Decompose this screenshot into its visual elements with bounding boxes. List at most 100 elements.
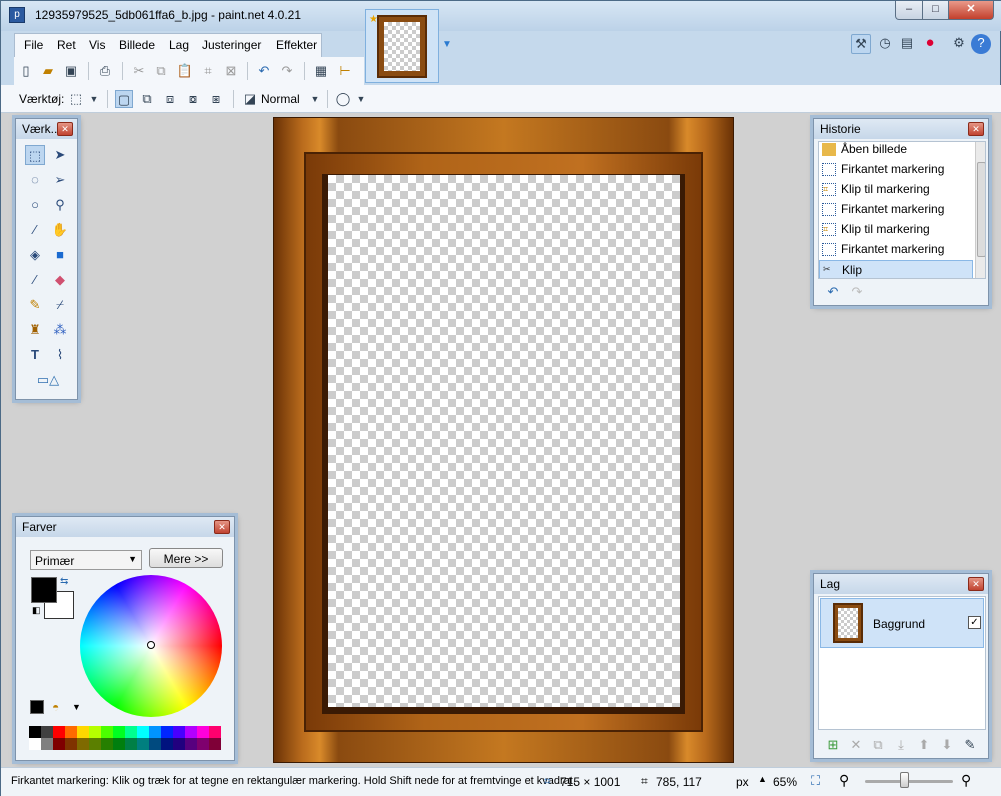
zoom-out-icon[interactable]: ⚲ — [839, 772, 849, 789]
palette-swatch[interactable] — [65, 738, 77, 750]
palette-swatch[interactable] — [185, 738, 197, 750]
lasso-select-icon[interactable]: ◌ — [25, 170, 45, 190]
history-item[interactable]: Firkantet markering — [819, 200, 973, 220]
palette-swatch[interactable] — [113, 726, 125, 738]
antialiasing-icon[interactable]: ◯ — [334, 90, 352, 108]
palette-swatch[interactable] — [197, 738, 209, 750]
reset-colors-icon[interactable]: ◧ — [32, 605, 41, 616]
zoom-in-icon[interactable]: ⚲ — [961, 772, 971, 789]
history-item[interactable]: ⌗ Klip til markering — [819, 180, 973, 200]
selection-mode-exclude-icon[interactable]: ⧈ — [161, 90, 179, 108]
zoom-level[interactable]: 65% — [773, 775, 797, 789]
palette-swatch[interactable] — [209, 726, 221, 738]
palette-swatch[interactable] — [41, 738, 53, 750]
paint-bucket-icon[interactable]: ◈ — [25, 245, 45, 265]
grid-icon[interactable]: ▦ — [312, 62, 330, 80]
antialias-dropdown-arrow-icon[interactable]: ▼ — [352, 90, 370, 108]
menu-view[interactable]: Vis — [89, 38, 105, 52]
tools-panel-close-button[interactable]: ✕ — [57, 122, 73, 136]
selection-mode-intersect-icon[interactable]: ⧇ — [184, 90, 202, 108]
palette-swatch[interactable] — [125, 738, 137, 750]
history-window-toggle-icon[interactable]: ◷ — [875, 34, 895, 54]
palette-swatch[interactable] — [137, 726, 149, 738]
move-selected-icon[interactable]: ➤ — [50, 145, 70, 165]
palette-swatch[interactable] — [185, 726, 197, 738]
history-redo-icon[interactable]: ↷ — [848, 283, 866, 301]
palette-swatch[interactable] — [89, 738, 101, 750]
crop-icon[interactable]: ⌗ — [199, 62, 217, 80]
history-item[interactable]: Firkantet markering — [819, 160, 973, 180]
palette-swatch[interactable] — [101, 738, 113, 750]
color-target-dropdown[interactable]: Primær ▼ — [30, 550, 142, 570]
palette-swatch[interactable] — [29, 738, 41, 750]
blend-dropdown-arrow-icon[interactable]: ▼ — [306, 90, 324, 108]
color-wheel-cursor[interactable] — [147, 641, 155, 649]
menu-file[interactable]: File — [24, 38, 43, 52]
palette-swatch[interactable] — [77, 726, 89, 738]
selection-mode-union-icon[interactable]: ⧉ — [138, 90, 156, 108]
menu-adjustments[interactable]: Justeringer — [202, 38, 261, 52]
shapes-icon[interactable]: ▭△ — [30, 370, 66, 390]
palette-swatch[interactable] — [89, 726, 101, 738]
layer-properties-icon[interactable]: ✎ — [961, 736, 979, 754]
palette-swatch[interactable] — [173, 726, 185, 738]
tool-dropdown-arrow-icon[interactable]: ▼ — [85, 90, 103, 108]
scroll-thumb[interactable] — [977, 162, 985, 257]
blend-mode-select[interactable]: Normal — [261, 92, 300, 106]
zoom-to-window-icon[interactable]: ⛶ — [811, 773, 820, 789]
palette-swatch[interactable] — [137, 738, 149, 750]
deselect-icon[interactable]: ⊠ — [222, 62, 240, 80]
menu-edit[interactable]: Ret — [57, 38, 76, 52]
minimize-button[interactable]: – — [895, 1, 923, 20]
redo-icon[interactable]: ↷ — [278, 62, 296, 80]
palette-swatch[interactable] — [101, 726, 113, 738]
gradient-icon[interactable]: ■ — [50, 245, 70, 265]
palette-swatch[interactable] — [113, 738, 125, 750]
layer-row[interactable]: Baggrund ✓ — [820, 598, 984, 648]
new-file-icon[interactable]: ▯ — [17, 62, 35, 80]
palette-swatch[interactable] — [41, 726, 53, 738]
merge-layer-down-icon[interactable]: ⤓ — [892, 736, 910, 754]
history-scrollbar[interactable] — [975, 142, 985, 278]
palette-swatch[interactable] — [149, 738, 161, 750]
close-button[interactable]: ✕ — [948, 1, 994, 20]
palette-swatch[interactable] — [53, 726, 65, 738]
color-picker-icon[interactable]: ⌿ — [50, 295, 70, 315]
swap-colors-icon[interactable]: ⇆ — [60, 576, 68, 587]
colors-panel-close-button[interactable]: ✕ — [214, 520, 230, 534]
units-dropdown-arrow-icon[interactable]: ▲ — [758, 774, 767, 784]
pencil-icon[interactable]: ✎ — [25, 295, 45, 315]
line-curve-icon[interactable]: ⌇ — [50, 345, 70, 365]
history-item[interactable]: Åben billede — [819, 142, 973, 160]
tab-list-arrow-icon[interactable]: ▼ — [442, 39, 452, 50]
layers-panel-close-button[interactable]: ✕ — [968, 577, 984, 591]
maximize-button[interactable]: □ — [922, 1, 949, 20]
selection-mode-invert-icon[interactable]: ⧆ — [207, 90, 225, 108]
move-selection-icon[interactable]: ➢ — [50, 170, 70, 190]
copy-icon[interactable]: ⧉ — [152, 62, 170, 80]
clone-stamp-icon[interactable]: ♜ — [25, 320, 45, 340]
history-item[interactable]: Firkantet markering — [819, 240, 973, 260]
add-layer-icon[interactable]: ⊞ — [824, 736, 842, 754]
paste-icon[interactable]: 📋 — [176, 62, 194, 80]
palette-swatch[interactable] — [161, 738, 173, 750]
settings-gear-icon[interactable]: ⚙ — [949, 34, 969, 54]
current-tool-rectangle-select-icon[interactable]: ⬚ — [67, 90, 85, 108]
palette-swatch[interactable] — [53, 738, 65, 750]
menu-effects[interactable]: Effekter — [276, 38, 317, 52]
help-icon[interactable]: ? — [971, 34, 991, 54]
history-item-selected[interactable]: ✂ Klip — [819, 260, 973, 278]
more-colors-button[interactable]: Mere >> — [149, 548, 223, 568]
history-panel-close-button[interactable]: ✕ — [968, 122, 984, 136]
print-icon[interactable]: ⎙ — [96, 62, 114, 80]
palette-swatch[interactable] — [65, 726, 77, 738]
palette-swatch[interactable] — [77, 738, 89, 750]
pan-icon[interactable]: ✋ — [50, 220, 70, 240]
palette-menu-icon[interactable]: ◓ — [52, 700, 59, 714]
primary-color-swatch[interactable] — [31, 577, 57, 603]
palette-swatch[interactable] — [209, 738, 221, 750]
add-to-palette-icon[interactable] — [30, 700, 44, 714]
zoom-slider-thumb[interactable] — [900, 772, 909, 788]
move-layer-up-icon[interactable]: ⬆ — [915, 736, 933, 754]
history-undo-icon[interactable]: ↶ — [824, 283, 842, 301]
